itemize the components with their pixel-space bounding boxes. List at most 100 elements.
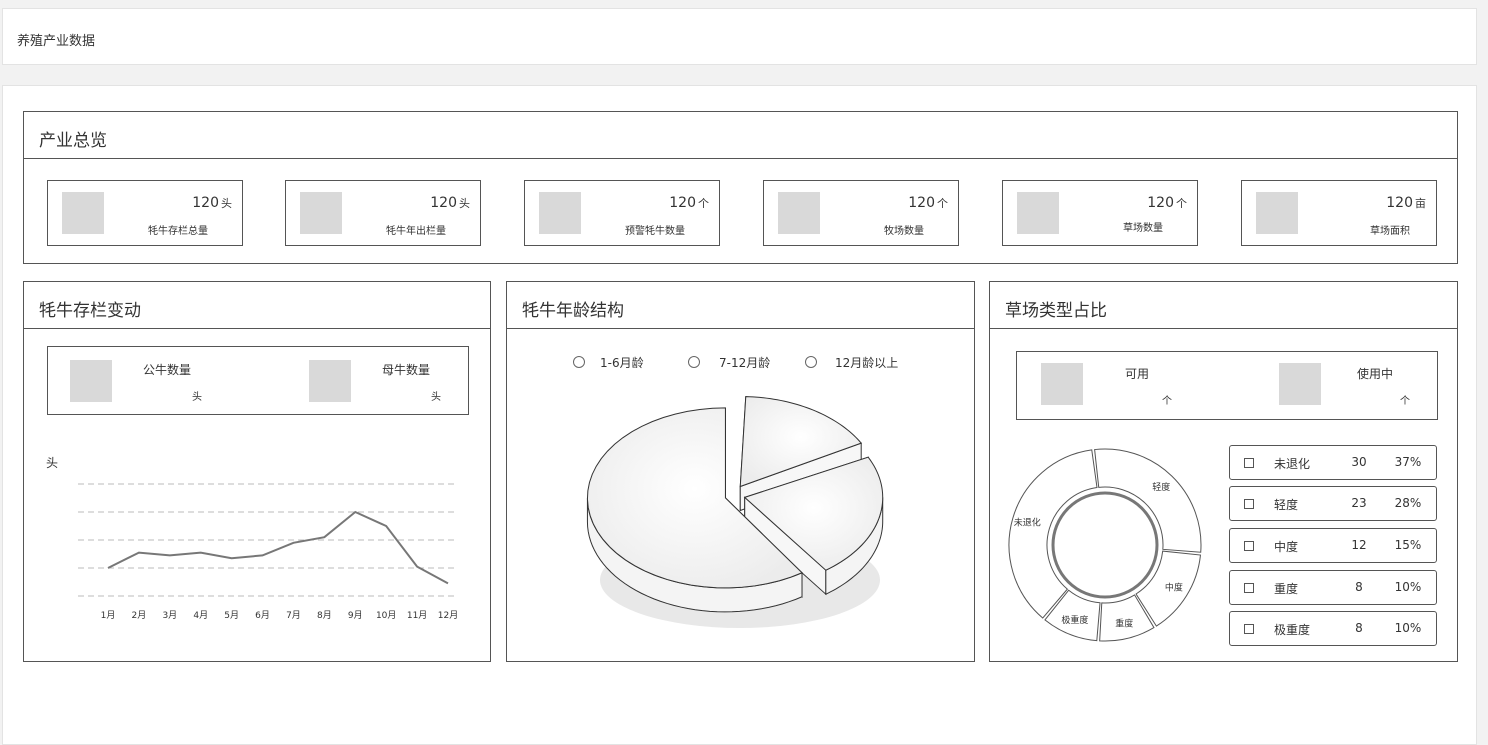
stat-icon bbox=[62, 192, 104, 234]
divider bbox=[507, 328, 974, 329]
stat-icon bbox=[539, 192, 581, 234]
row-percent: 15% bbox=[1394, 538, 1422, 552]
row-count: 8 bbox=[1355, 621, 1363, 635]
donut-slice-label: 极重度 bbox=[1061, 614, 1088, 626]
row-checkbox[interactable] bbox=[1244, 458, 1254, 468]
legend-radio-1-6[interactable] bbox=[573, 356, 585, 368]
stat-label: 牦牛年出栏量 bbox=[386, 226, 446, 237]
series-line bbox=[107, 510, 449, 585]
stat-card-annual-out[interactable]: 120 头 牦牛年出栏量 bbox=[285, 180, 481, 246]
row-name: 极重度 bbox=[1274, 623, 1311, 637]
row-percent: 10% bbox=[1394, 580, 1422, 594]
available-label: 可用 bbox=[1125, 367, 1150, 381]
row-checkbox[interactable] bbox=[1244, 499, 1254, 509]
stat-icon bbox=[300, 192, 342, 234]
degradation-row-moderate[interactable]: 中度 12 15% bbox=[1229, 528, 1437, 563]
row-count: 30 bbox=[1351, 455, 1367, 469]
legend-label-1-6: 1-6月龄 bbox=[600, 356, 644, 370]
row-name: 轻度 bbox=[1274, 498, 1299, 512]
row-name: 中度 bbox=[1274, 540, 1299, 554]
stat-value: 120 bbox=[1147, 195, 1174, 211]
stat-unit: 个 bbox=[698, 197, 709, 210]
donut-slice-label: 轻度 bbox=[1152, 481, 1170, 493]
row-checkbox[interactable] bbox=[1244, 583, 1254, 593]
y-axis-unit: 头 bbox=[46, 456, 58, 470]
x-tick-label: 3月 bbox=[162, 610, 177, 621]
degradation-row-heavy[interactable]: 重度 8 10% bbox=[1229, 570, 1437, 605]
in-use-icon bbox=[1279, 363, 1321, 405]
stock-change-title: 牦牛存栏变动 bbox=[39, 301, 141, 321]
x-tick-label: 2月 bbox=[132, 610, 147, 621]
stat-value: 120 bbox=[669, 195, 696, 211]
cow-count-unit: 头 bbox=[431, 392, 441, 403]
stat-label: 牦牛存栏总量 bbox=[148, 226, 208, 237]
stat-card-warning[interactable]: 120 个 预警牦牛数量 bbox=[524, 180, 720, 246]
row-percent: 37% bbox=[1394, 455, 1422, 469]
page-header: 养殖产业数据 bbox=[2, 8, 1477, 65]
stat-card-ranches[interactable]: 120 个 牧场数量 bbox=[763, 180, 959, 246]
row-count: 12 bbox=[1351, 538, 1367, 552]
legend-radio-12-plus[interactable] bbox=[805, 356, 817, 368]
x-tick-label: 4月 bbox=[193, 610, 208, 621]
grassland-donut-chart: 未退化 轻度中度重度 极重度 bbox=[1008, 448, 1202, 642]
stat-card-stock-total[interactable]: 120 头 牦牛存栏总量 bbox=[47, 180, 243, 246]
stat-value: 120 bbox=[1386, 195, 1413, 211]
legend-radio-7-12[interactable] bbox=[688, 356, 700, 368]
divider bbox=[24, 328, 490, 329]
stat-unit: 个 bbox=[1176, 197, 1187, 210]
row-name: 未退化 bbox=[1274, 457, 1311, 471]
grassland-title: 草场类型占比 bbox=[1005, 301, 1107, 321]
available-icon bbox=[1041, 363, 1083, 405]
row-percent: 10% bbox=[1394, 621, 1422, 635]
stat-unit: 亩 bbox=[1415, 197, 1426, 210]
divider bbox=[24, 158, 1457, 159]
divider bbox=[990, 328, 1457, 329]
x-tick-label: 5月 bbox=[224, 610, 239, 621]
bull-count-label: 公牛数量 bbox=[143, 363, 192, 377]
stat-unit: 头 bbox=[221, 197, 232, 210]
stat-value: 120 bbox=[908, 195, 935, 211]
donut-slice-label: 重度 bbox=[1115, 618, 1133, 630]
x-tick-label: 9月 bbox=[348, 610, 363, 621]
age-pie-chart bbox=[586, 396, 884, 628]
stat-card-grasslands[interactable]: 120 个 草场数量 bbox=[1002, 180, 1198, 246]
donut-inner-ring bbox=[1051, 491, 1159, 599]
stat-value: 120 bbox=[430, 195, 457, 211]
stat-card-grass-area[interactable]: 120 亩 草场面积 bbox=[1241, 180, 1437, 246]
stat-label: 草场面积 bbox=[1370, 226, 1410, 237]
donut-slice[interactable] bbox=[1094, 448, 1202, 553]
donut-slice-label: 中度 bbox=[1165, 582, 1183, 594]
stat-unit: 个 bbox=[937, 197, 948, 210]
x-tick-label: 11月 bbox=[407, 610, 427, 621]
in-use-label: 使用中 bbox=[1357, 367, 1394, 381]
in-use-unit: 个 bbox=[1400, 396, 1410, 407]
age-structure-title: 牦牛年龄结构 bbox=[522, 301, 624, 321]
legend-label-7-12: 7-12月龄 bbox=[719, 356, 771, 370]
donut-slice-label: 未退化 bbox=[1014, 516, 1041, 528]
page-title: 养殖产业数据 bbox=[17, 34, 96, 49]
stat-icon bbox=[1256, 192, 1298, 234]
row-name: 重度 bbox=[1274, 582, 1299, 596]
x-tick-label: 1月 bbox=[101, 610, 116, 621]
x-tick-label: 10月 bbox=[376, 610, 396, 621]
stock-line-chart: 头 1月 2月 3月 4月 5月 6月 7月 8月 9月 10月 11月 12月 bbox=[46, 456, 458, 621]
row-percent: 28% bbox=[1394, 496, 1422, 510]
stat-label: 草场数量 bbox=[1123, 223, 1163, 234]
x-tick-label: 8月 bbox=[317, 610, 332, 621]
stat-value: 120 bbox=[192, 195, 219, 211]
x-tick-label: 12月 bbox=[438, 610, 458, 621]
row-checkbox[interactable] bbox=[1244, 541, 1254, 551]
degradation-row-none[interactable]: 未退化 30 37% bbox=[1229, 445, 1437, 480]
bull-icon bbox=[70, 360, 112, 402]
x-tick-label: 7月 bbox=[286, 610, 301, 621]
stat-unit: 头 bbox=[459, 197, 470, 210]
x-tick-label: 6月 bbox=[255, 610, 270, 621]
cow-count-label: 母牛数量 bbox=[382, 363, 431, 377]
degradation-row-light[interactable]: 轻度 23 28% bbox=[1229, 486, 1437, 521]
degradation-row-extreme[interactable]: 极重度 8 10% bbox=[1229, 611, 1437, 646]
row-count: 8 bbox=[1355, 580, 1363, 594]
stat-label: 牧场数量 bbox=[884, 226, 924, 237]
row-checkbox[interactable] bbox=[1244, 624, 1254, 634]
legend-label-12-plus: 12月龄以上 bbox=[835, 356, 899, 370]
bull-count-unit: 头 bbox=[192, 392, 202, 403]
